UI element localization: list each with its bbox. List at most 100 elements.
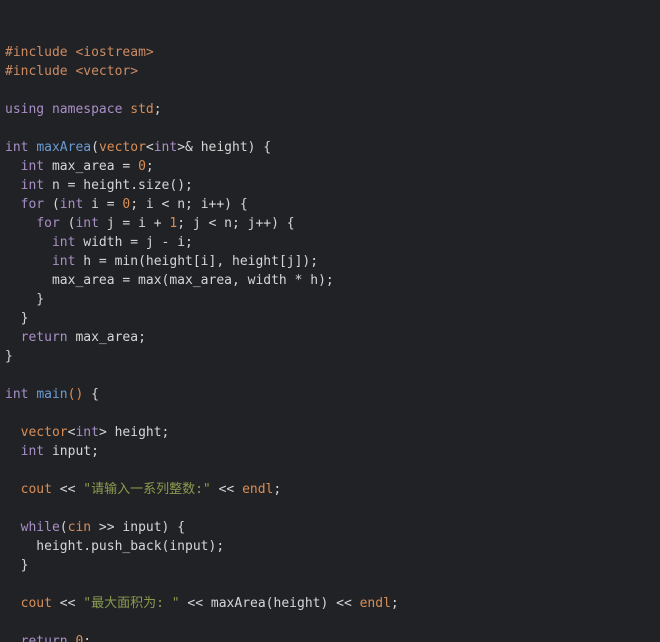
code-token-ident: cout <box>20 596 52 611</box>
code-token-pre: #include <box>5 64 68 79</box>
code-line: vector<int> height; <box>5 423 660 442</box>
code-token-plain: j = i + <box>98 216 170 231</box>
code-line: for (int j = i + 1; j < n; j++) { <box>5 214 660 233</box>
code-token-str: "最大面积为: " <box>83 596 180 611</box>
code-token-kw: return <box>20 330 68 345</box>
code-token-ident: cin <box>67 520 92 535</box>
code-token-func: maxArea <box>36 140 92 155</box>
code-token-punct: ; <box>145 159 154 174</box>
code-token-plain: << <box>210 482 243 497</box>
code-token-punct: ; <box>390 596 399 611</box>
code-token-kw: for <box>36 216 60 231</box>
code-token-plain: >& height) { <box>177 140 272 155</box>
code-line: } <box>5 556 660 575</box>
code-token-plain: ( <box>44 197 60 212</box>
code-token-type: int <box>153 140 178 155</box>
code-line: using namespace std; <box>5 100 660 119</box>
code-line: int max_area = 0; <box>5 157 660 176</box>
code-token-plain: ; j < n; j++) { <box>177 216 295 231</box>
code-line: cout << "最大面积为: " << maxArea(height) << … <box>5 594 660 613</box>
code-line: return max_area; <box>5 328 660 347</box>
code-token-plain: >> input) { <box>91 520 186 535</box>
code-token-header: <vector> <box>75 64 139 79</box>
code-line: #include <iostream> <box>5 43 660 62</box>
code-token-plain: i = <box>83 197 123 212</box>
code-line: int main() { <box>5 385 660 404</box>
code-token-kw: for <box>20 197 45 212</box>
code-token-pre: #include <box>5 45 68 60</box>
code-token-punct: ; <box>273 482 282 497</box>
code-token-plain: ; i < n; i++) { <box>130 197 248 212</box>
code-token-plain: h = min(height[i], height[j]); <box>75 254 319 269</box>
code-token-punct: ; <box>153 102 162 117</box>
code-token-type: int <box>20 444 45 459</box>
code-token-plain: n = height.size(); <box>44 178 193 193</box>
code-token-plain: ( <box>59 520 68 535</box>
code-line: int width = j - i; <box>5 233 660 252</box>
code-token-punct: ( <box>91 140 99 155</box>
code-token-ident: endl <box>242 482 274 497</box>
code-token-punct: ; <box>83 634 92 642</box>
code-token-plain: > height; <box>98 425 170 440</box>
code-line: height.push_back(input); <box>5 537 660 556</box>
code-token-kw: return <box>20 634 68 642</box>
code-line: cout << "请输入一系列整数:" << endl; <box>5 480 660 499</box>
code-token-plain: << maxArea(height) << <box>179 596 360 611</box>
code-line: int h = min(height[i], height[j]); <box>5 252 660 271</box>
code-line: max_area = max(max_area, width * h); <box>5 271 660 290</box>
code-token-header: <iostream> <box>75 45 154 60</box>
code-token-punct: < <box>145 140 154 155</box>
code-token-type: int <box>20 159 45 174</box>
code-token-ident: std <box>130 102 154 117</box>
code-token-kw: while <box>20 520 60 535</box>
code-token-type: int <box>51 235 76 250</box>
code-token-plain: max_area; <box>67 330 146 345</box>
code-token-plain: << <box>51 596 84 611</box>
code-line: int input; <box>5 442 660 461</box>
code-token-ident: endl <box>359 596 391 611</box>
code-token-plain: } <box>5 311 29 326</box>
code-line: } <box>5 290 660 309</box>
code-line: while(cin >> input) { <box>5 518 660 537</box>
code-token-type: int <box>5 140 29 155</box>
code-token-plain: } <box>5 349 13 364</box>
code-token-type: int <box>59 197 84 212</box>
code-token-plain: } <box>5 292 45 307</box>
code-lines-container: #include <iostream> #include <vector> usi… <box>5 43 660 642</box>
code-line: int n = height.size(); <box>5 176 660 195</box>
code-token-plain: { <box>83 387 99 402</box>
code-editor-surface[interactable]: #include <iostream> #include <vector> usi… <box>0 0 660 642</box>
code-token-num: 0 <box>138 159 146 174</box>
code-token-plain: input; <box>44 444 99 459</box>
code-token-type: int <box>5 387 29 402</box>
code-token-type: int <box>20 178 45 193</box>
code-token-plain: ( <box>59 216 76 231</box>
code-token-plain: height.push_back(input); <box>5 539 225 554</box>
code-token-kw: using <box>5 102 45 117</box>
code-token-ident: cout <box>20 482 52 497</box>
code-token-plain: max_area = <box>44 159 139 174</box>
code-token-func: main <box>36 387 68 402</box>
code-line: #include <vector> <box>5 62 660 81</box>
code-token-plain: << <box>51 482 84 497</box>
code-token-plain: width = j - i; <box>75 235 193 250</box>
